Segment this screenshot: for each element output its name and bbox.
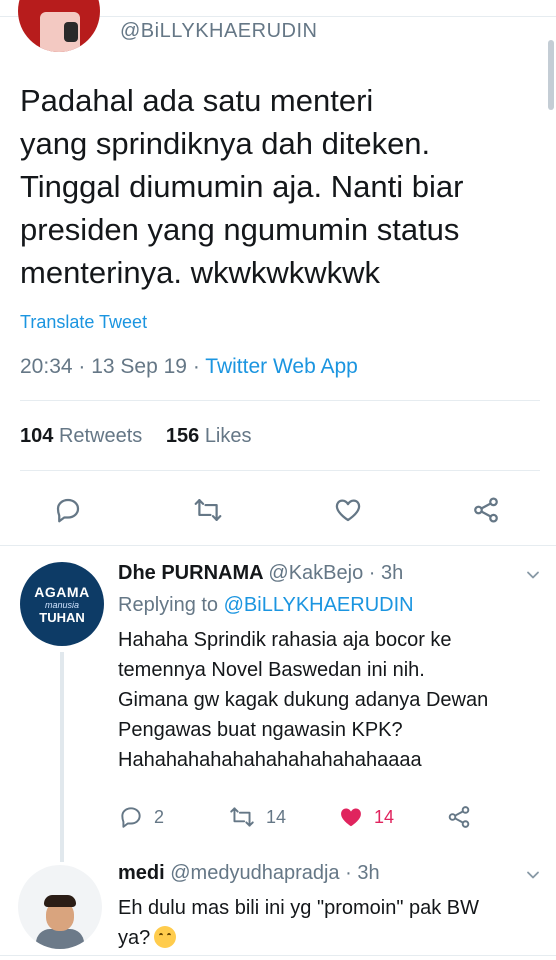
tweet-actions	[0, 490, 556, 530]
share-button[interactable]	[446, 800, 482, 834]
meta-separator: ·	[339, 862, 358, 884]
retweet-icon	[194, 499, 222, 521]
meta-separator: ·	[78, 355, 92, 378]
like-button[interactable]: 14	[338, 800, 394, 834]
reply-count: 2	[154, 806, 165, 827]
reply-author[interactable]: medi @medyudhapradja · 3h	[118, 862, 380, 885]
retweets-stat[interactable]: 104 Retweets	[20, 425, 142, 447]
divider	[0, 955, 556, 956]
share-button[interactable]	[466, 490, 506, 530]
heart-icon	[335, 499, 361, 522]
replying-prefix: Replying to	[118, 594, 219, 616]
reply-handle: @KakBejo	[268, 562, 364, 584]
likes-stat[interactable]: 156 Likes	[166, 425, 252, 447]
retweets-count: 104	[20, 425, 54, 447]
replying-to: Replying to @BiLLYKHAERUDIN	[118, 594, 414, 617]
chevron-down-icon[interactable]	[526, 568, 540, 582]
reply-avatar[interactable]	[18, 865, 102, 949]
tweet-meta: 20:34 · 13 Sep 19 · Twitter Web App	[20, 355, 358, 379]
reply-text: Hahaha Sprindik rahasia aja bocor ke tem…	[118, 629, 489, 771]
reply-handle: @medyudhapradja	[170, 862, 340, 884]
reply-display-name: medi	[118, 862, 165, 884]
reply-button[interactable]: 2	[118, 800, 164, 834]
reply-button[interactable]	[48, 490, 88, 530]
tweet-stats: 104 Retweets 156 Likes	[20, 425, 252, 448]
likes-count: 156	[165, 425, 200, 447]
retweet-count: 14	[266, 806, 287, 827]
share-icon	[474, 497, 498, 523]
heart-filled-icon	[341, 808, 361, 827]
retweets-label: Retweets	[58, 425, 143, 447]
thread-line	[60, 652, 64, 862]
author-handle[interactable]: @BiLLYKHAERUDIN	[120, 20, 317, 43]
reply-avatar[interactable]: AGAMA manusia TUHAN	[20, 562, 104, 646]
retweet-button[interactable]: 14	[228, 800, 286, 834]
reply-actions: 2 14 14	[118, 800, 538, 834]
reply-display-name: Dhe PURNAMA	[118, 562, 263, 584]
avatar-text: AGAMA	[34, 583, 90, 600]
avatar-text: TUHAN	[39, 609, 85, 625]
translate-tweet-link[interactable]: Translate Tweet	[20, 312, 147, 333]
meta-separator: ·	[363, 562, 381, 584]
share-icon	[448, 806, 470, 828]
reply-age: 3h	[357, 862, 380, 884]
divider	[20, 400, 540, 401]
reply-text: Eh dulu mas bili ini yg "promoin" pak BW…	[118, 893, 548, 953]
tweet-date[interactable]: 13 Sep 19	[91, 355, 187, 378]
retweet-icon	[230, 807, 254, 827]
shushing-face-emoji-icon	[154, 926, 177, 948]
scrollbar[interactable]	[548, 40, 554, 110]
reply-author[interactable]: Dhe PURNAMA @KakBejo · 3h	[118, 562, 403, 585]
chevron-down-icon[interactable]	[526, 868, 540, 882]
tweet-source[interactable]: Twitter Web App	[205, 355, 358, 378]
avatar-text: manusia	[44, 599, 80, 610]
retweet-button[interactable]	[188, 490, 228, 530]
meta-separator: ·	[192, 355, 206, 378]
likes-label: Likes	[204, 425, 252, 447]
like-button[interactable]	[328, 490, 368, 530]
divider	[0, 545, 556, 546]
tweet-time: 20:34	[20, 355, 73, 378]
reply-age: 3h	[380, 562, 404, 584]
reply-icon	[121, 807, 141, 828]
reply-icon	[56, 498, 80, 523]
replying-to-handle[interactable]: @BiLLYKHAERUDIN	[224, 594, 414, 616]
tweet-author-row: @BiLLYKHAERUDIN	[0, 0, 556, 52]
divider	[20, 470, 540, 471]
author-avatar[interactable]	[18, 0, 100, 52]
like-count: 14	[374, 806, 395, 827]
tweet-text: Padahal ada satu menteri yang sprindikny…	[20, 83, 464, 290]
